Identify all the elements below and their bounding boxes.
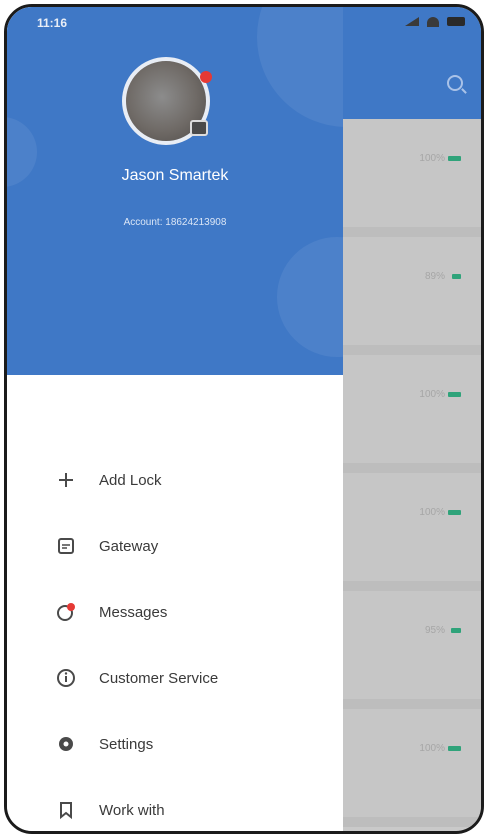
drawer-profile-header: Jason Smartek Account: 18624213908	[7, 7, 343, 375]
gear-icon	[55, 733, 77, 755]
battery-level-icon	[448, 510, 461, 515]
decorative-circle	[277, 237, 343, 357]
menu-item-label: Work with	[99, 801, 165, 819]
menu-item-gateway[interactable]: Gateway	[7, 513, 343, 579]
lock-card[interactable]: 100%	[337, 709, 481, 827]
menu-item-settings[interactable]: Settings	[7, 711, 343, 777]
phone-frame: 11:16 100% 89% 100% 100% 95% 100% Jason …	[4, 4, 484, 834]
camera-edit-icon[interactable]	[190, 120, 208, 136]
menu-item-customer-service[interactable]: Customer Service	[7, 645, 343, 711]
battery-percent: 100%	[419, 389, 445, 400]
battery-percent: 100%	[419, 507, 445, 518]
lock-card[interactable]: 100%	[337, 355, 481, 473]
battery-level-icon	[448, 746, 461, 751]
messages-icon	[55, 601, 77, 623]
background-lock-list[interactable]: 100% 89% 100% 100% 95% 100%	[337, 119, 481, 831]
battery-icon	[447, 17, 465, 26]
lock-card[interactable]: 100%	[337, 119, 481, 237]
battery-percent: 89%	[424, 271, 445, 282]
wifi-icon	[427, 17, 439, 27]
battery-level-icon	[448, 156, 461, 161]
battery-percent: 100%	[419, 743, 445, 754]
battery-level-icon	[452, 274, 461, 279]
info-icon	[55, 667, 77, 689]
status-icons	[405, 17, 465, 27]
battery-level-icon	[448, 392, 461, 397]
bookmark-icon	[55, 799, 77, 821]
lock-card[interactable]: 89%	[337, 237, 481, 355]
drawer-menu: Add Lock Gateway Messages Customer Servi…	[7, 447, 343, 831]
menu-item-label: Messages	[99, 603, 168, 621]
status-bar: 11:16	[7, 7, 481, 37]
lock-card[interactable]: 100%	[337, 473, 481, 591]
gateway-icon	[55, 535, 77, 557]
side-drawer: Jason Smartek Account: 18624213908 Add L…	[7, 7, 343, 831]
lock-card[interactable]: 95%	[337, 591, 481, 709]
profile-account: Account: 18624213908	[123, 217, 227, 228]
notification-dot	[200, 71, 212, 83]
menu-item-label: Settings	[99, 735, 154, 753]
battery-percent: 95%	[424, 625, 445, 636]
menu-item-work-with[interactable]: Work with	[7, 777, 343, 831]
signal-icon	[405, 17, 419, 26]
menu-item-label: Add Lock	[99, 471, 162, 489]
battery-percent: 100%	[419, 153, 445, 164]
profile-name: Jason Smartek	[121, 167, 229, 184]
status-time: 11:16	[37, 16, 68, 30]
battery-level-icon	[451, 628, 461, 633]
menu-item-messages[interactable]: Messages	[7, 579, 343, 645]
menu-item-label: Customer Service	[99, 669, 219, 687]
menu-item-add-lock[interactable]: Add Lock	[7, 447, 343, 513]
search-icon[interactable]	[447, 75, 463, 91]
plus-icon	[55, 469, 77, 491]
menu-item-label: Gateway	[99, 537, 159, 555]
